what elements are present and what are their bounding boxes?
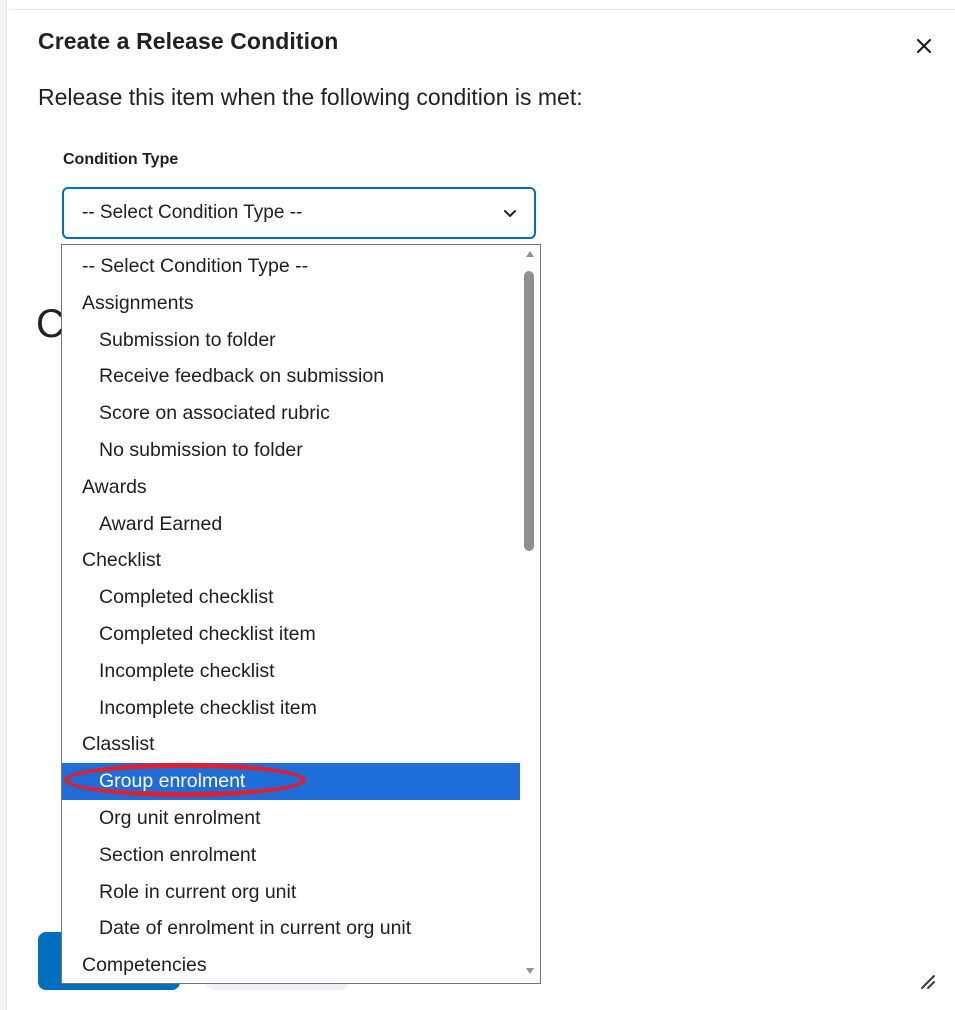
option-selected[interactable]: Group enrolment <box>62 763 520 800</box>
option-group-header[interactable]: Checklist <box>62 542 520 579</box>
option-label: Submission to folder <box>99 328 276 351</box>
option-item[interactable]: Org unit enrolment <box>62 800 520 837</box>
option-group-header[interactable]: -- Select Condition Type -- <box>62 248 520 285</box>
option-label: Checklist <box>82 549 162 572</box>
listbox-options: -- Select Condition Type -- Assignments Su… <box>62 248 520 983</box>
scrollbar-thumb[interactable] <box>524 271 534 551</box>
listbox-scrollbar[interactable] <box>520 245 540 983</box>
option-label: Award Earned <box>99 512 223 535</box>
option-label: Completed checklist item <box>99 622 316 645</box>
chevron-down-icon <box>504 210 516 217</box>
scroll-up-arrow-icon[interactable] <box>525 250 535 258</box>
close-icon <box>916 38 932 54</box>
option-group-header[interactable]: Awards <box>62 469 520 506</box>
option-item[interactable]: Incomplete checklist <box>62 653 520 690</box>
option-label: Incomplete checklist item <box>99 696 317 719</box>
page-edge <box>0 0 10 1010</box>
option-label: Group enrolment <box>99 770 246 793</box>
condition-type-select[interactable]: -- Select Condition Type -- <box>62 187 536 239</box>
option-group-header[interactable]: Classlist <box>62 726 520 763</box>
option-item[interactable]: Score on associated rubric <box>62 395 520 432</box>
option-label: -- Select Condition Type -- <box>82 255 309 277</box>
dialog-title: Create a Release Condition <box>38 28 339 54</box>
option-group-header[interactable]: Assignments <box>62 285 520 322</box>
option-label: Date of enrolment in current org unit <box>99 917 412 940</box>
option-label: Classlist <box>82 733 155 756</box>
option-item[interactable]: Section enrolment <box>62 837 520 874</box>
option-item[interactable]: Date of enrolment in current org unit <box>62 910 520 947</box>
option-label: Incomplete checklist <box>99 659 275 682</box>
option-label: Awards <box>82 475 147 498</box>
option-label: Score on associated rubric <box>99 402 330 425</box>
option-item[interactable]: Completed checklist item <box>62 616 520 653</box>
condition-type-label: Condition Type <box>63 151 179 168</box>
close-button[interactable] <box>906 28 942 64</box>
option-label: Receive feedback on submission <box>99 365 385 388</box>
option-item[interactable]: Award Earned <box>62 506 520 543</box>
option-label: Competencies <box>82 954 207 977</box>
condition-type-selected-value: -- Select Condition Type -- <box>82 202 303 223</box>
resize-handle-icon[interactable] <box>918 972 936 990</box>
option-label: Section enrolment <box>99 843 257 866</box>
option-label: Role in current org unit <box>99 880 297 903</box>
option-label: Completed checklist <box>99 586 274 609</box>
option-item[interactable]: Role in current org unit <box>62 874 520 911</box>
scroll-down-arrow-icon[interactable] <box>525 967 535 975</box>
option-item[interactable]: No submission to folder <box>62 432 520 469</box>
option-group-header[interactable]: Competencies <box>62 947 520 983</box>
option-label: No submission to folder <box>99 438 303 461</box>
dialog-top-border <box>10 9 955 10</box>
condition-type-listbox[interactable]: -- Select Condition Type -- Assignments Su… <box>61 244 541 984</box>
option-label: Org unit enrolment <box>99 806 261 829</box>
option-item[interactable]: Completed checklist <box>62 579 520 616</box>
dialog-intro-text: Release this item when the following con… <box>38 84 583 110</box>
option-label: Assignments <box>82 291 194 314</box>
option-item[interactable]: Submission to folder <box>62 322 520 359</box>
option-item[interactable]: Incomplete checklist item <box>62 690 520 727</box>
option-item[interactable]: Receive feedback on submission <box>62 358 520 395</box>
